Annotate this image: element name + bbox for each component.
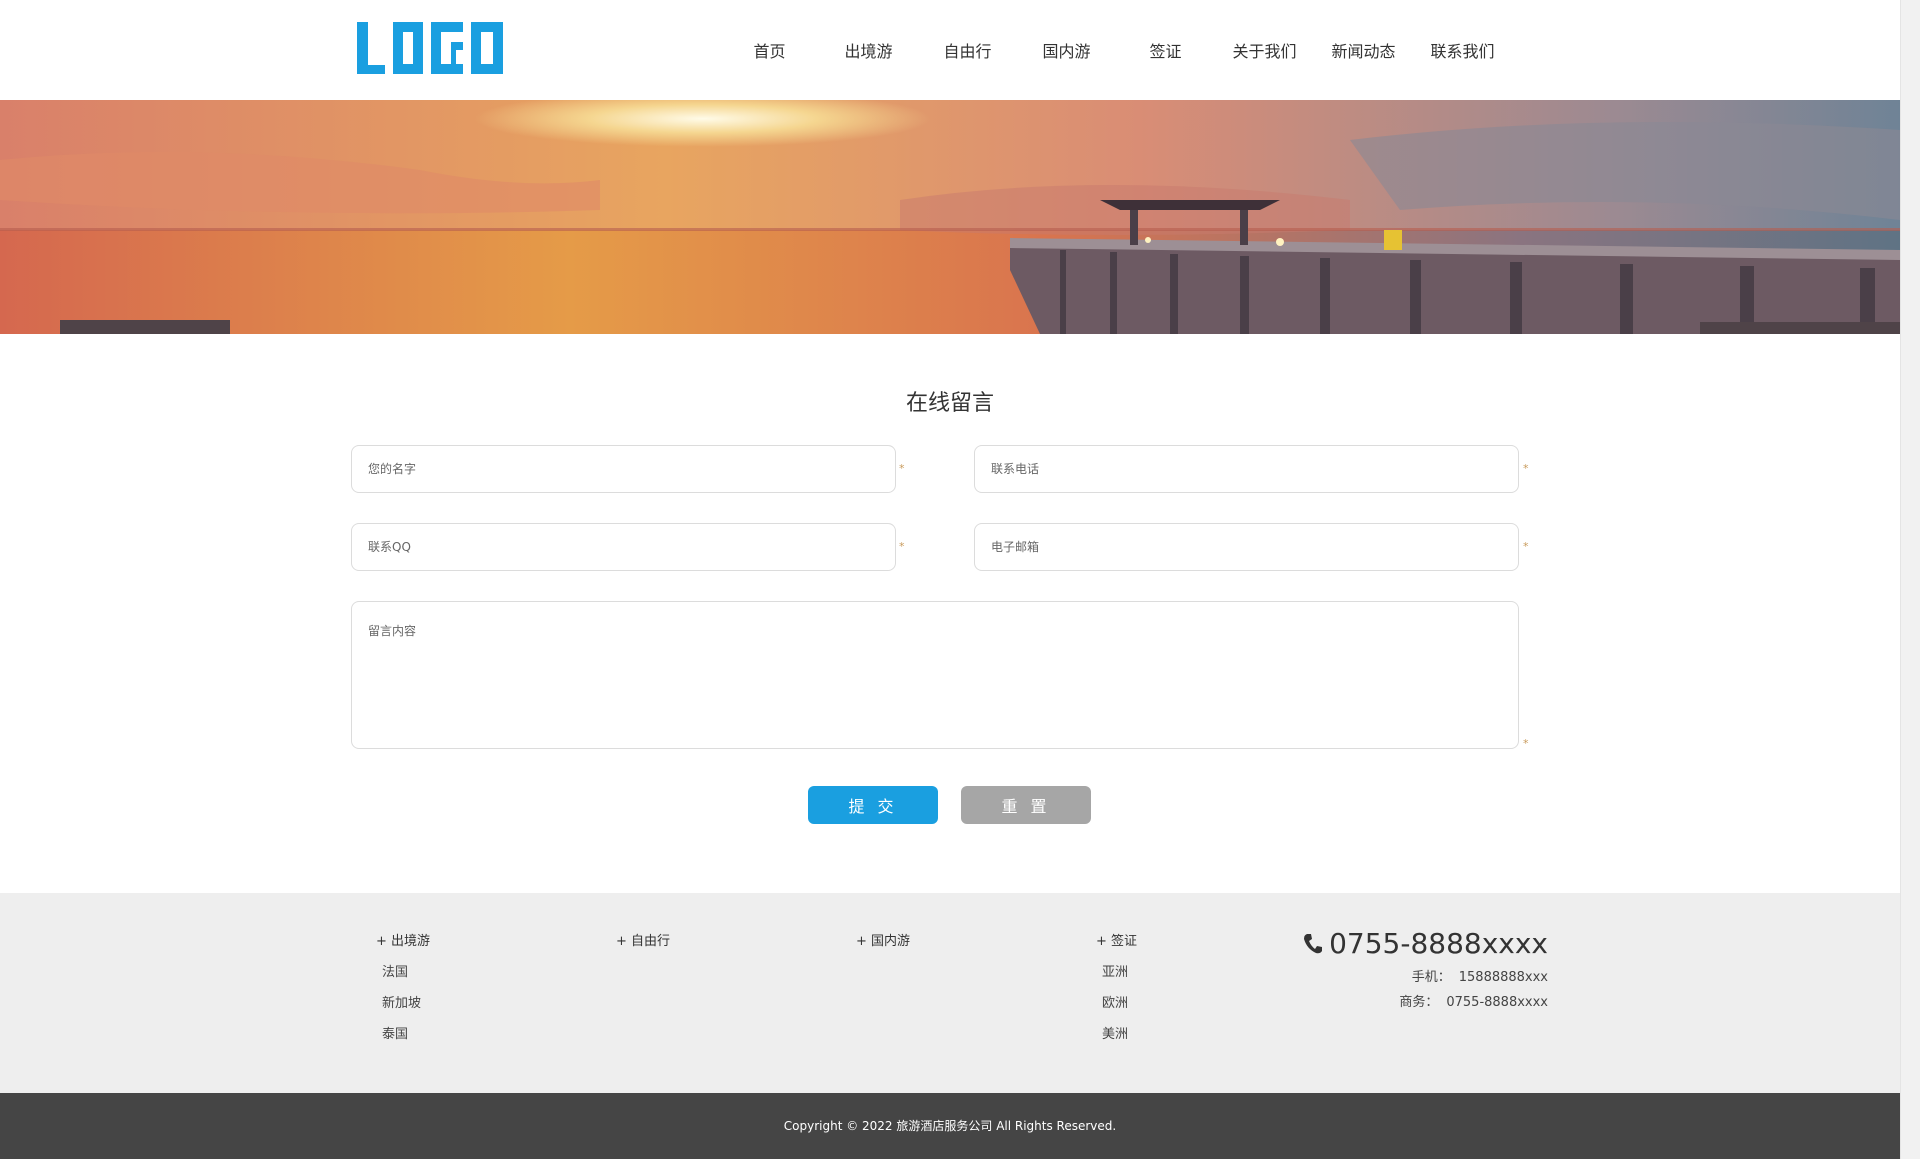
footer-link-domestic[interactable]: + 国内游 [856, 930, 910, 949]
business-value: 0755-8888xxxx [1446, 995, 1548, 1010]
name-required-mark: * [899, 462, 905, 475]
phone-required-mark: * [1523, 462, 1529, 475]
nav-domestic[interactable]: 国内游 [1017, 38, 1116, 62]
nav-news[interactable]: 新闻动态 [1314, 38, 1413, 62]
footer-contact: 0755-8888xxxx 手机： 15888888xxx 商务： 0755-888… [1303, 927, 1548, 1010]
footer-link-thailand[interactable]: 泰国 [376, 1023, 430, 1042]
footer-link-singapore[interactable]: 新加坡 [376, 992, 430, 1011]
footer-link-free-travel[interactable]: + 自由行 [616, 930, 670, 949]
nav-visa[interactable]: 签证 [1116, 38, 1215, 62]
mobile-label: 手机： [1411, 970, 1451, 985]
message-required-mark: * [1523, 737, 1529, 750]
nav-about[interactable]: 关于我们 [1215, 38, 1314, 62]
nav-home[interactable]: 首页 [720, 38, 819, 62]
mobile-line: 手机： 15888888xxx [1303, 966, 1548, 985]
reset-button[interactable]: 重 置 [961, 786, 1091, 824]
footer-link-europe[interactable]: 欧洲 [1096, 992, 1137, 1011]
nav-outbound[interactable]: 出境游 [819, 38, 918, 62]
mobile-value: 15888888xxx [1458, 970, 1548, 985]
nav-free-travel[interactable]: 自由行 [918, 38, 1017, 62]
site-footer: + 出境游 法国 新加坡 泰国 + 自由行 + 国内游 + 签证 亚洲 欧洲 美… [0, 893, 1900, 1093]
footer-col-domestic: + 国内游 [856, 930, 910, 961]
phone-input[interactable] [974, 445, 1519, 493]
hero-banner [0, 100, 1900, 334]
hotline: 0755-8888xxxx [1303, 927, 1548, 960]
sunset-pier-image [0, 100, 1900, 334]
business-line: 商务： 0755-8888xxxx [1303, 991, 1548, 1010]
name-input[interactable] [351, 445, 896, 493]
email-required-mark: * [1523, 540, 1529, 553]
business-label: 商务： [1399, 995, 1439, 1010]
page: 首页 出境游 自由行 国内游 签证 关于我们 新闻动态 联系我们 在线留言 您的… [0, 0, 1900, 1159]
footer-col-free-travel: + 自由行 [616, 930, 670, 961]
nav-contact[interactable]: 联系我们 [1413, 38, 1512, 62]
form-title: 在线留言 [905, 391, 994, 416]
main-nav: 首页 出境游 自由行 国内游 签证 关于我们 新闻动态 联系我们 [720, 0, 1512, 100]
message-textarea[interactable] [351, 601, 1519, 749]
qq-input[interactable] [351, 523, 896, 571]
footer-link-asia[interactable]: 亚洲 [1096, 961, 1137, 980]
qq-required-mark: * [899, 540, 905, 553]
hotline-number: 0755-8888xxxx [1329, 927, 1548, 960]
site-header: 首页 出境游 自由行 国内游 签证 关于我们 新闻动态 联系我们 [0, 0, 1900, 100]
phone-icon [1304, 933, 1323, 953]
vertical-scrollbar[interactable] [1900, 0, 1920, 1159]
footer-col-outbound: + 出境游 法国 新加坡 泰国 [376, 930, 430, 1054]
footer-link-americas[interactable]: 美洲 [1096, 1023, 1137, 1042]
site-logo[interactable] [357, 20, 509, 76]
submit-button[interactable]: 提 交 [808, 786, 938, 824]
footer-link-france[interactable]: 法国 [376, 961, 430, 980]
footer-link-visa[interactable]: + 签证 [1096, 930, 1137, 949]
email-input[interactable] [974, 523, 1519, 571]
footer-col-visa: + 签证 亚洲 欧洲 美洲 [1096, 930, 1137, 1054]
footer-link-outbound[interactable]: + 出境游 [376, 930, 430, 949]
copyright-bar: Copyright © 2022 旅游酒店服务公司 All Rights Res… [0, 1093, 1900, 1159]
